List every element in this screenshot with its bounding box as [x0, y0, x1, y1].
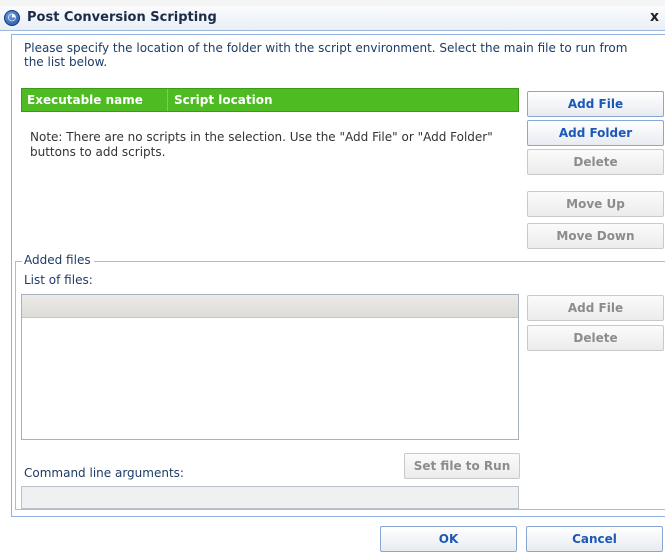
delete-script-button[interactable]: Delete: [527, 149, 664, 175]
close-icon[interactable]: x: [650, 9, 659, 25]
group-border-top: [15, 261, 665, 262]
group-border-left: [15, 261, 16, 509]
dialog-window: ◔ Post Conversion Scripting x Please spe…: [0, 0, 665, 559]
app-icon: ◔: [4, 10, 20, 26]
description-text: Please specify the location of the folde…: [24, 41, 628, 69]
move-up-button[interactable]: Move Up: [527, 191, 664, 217]
files-listbox[interactable]: [21, 294, 519, 440]
add-folder-button[interactable]: Add Folder: [527, 120, 664, 146]
column-script-location[interactable]: Script location: [174, 93, 273, 107]
add-file-to-list-button[interactable]: Add File: [527, 295, 664, 321]
ok-button[interactable]: OK: [380, 526, 517, 552]
window-title: Post Conversion Scripting: [27, 10, 217, 25]
column-divider: [167, 89, 168, 111]
group-border-bottom: [15, 509, 665, 510]
set-file-to-run-button[interactable]: Set file to Run: [404, 453, 520, 479]
files-list-header: [22, 295, 518, 318]
list-of-files-label: List of files:: [24, 273, 93, 287]
added-files-group-label: Added files: [22, 253, 94, 267]
column-executable-name[interactable]: Executable name: [27, 93, 143, 107]
cancel-button[interactable]: Cancel: [526, 526, 663, 552]
scripts-table-header: Executable name Script location: [21, 88, 519, 112]
add-file-button[interactable]: Add File: [527, 91, 664, 117]
empty-scripts-note: Note: There are no scripts in the select…: [30, 130, 493, 159]
delete-file-button[interactable]: Delete: [527, 325, 664, 351]
move-down-button[interactable]: Move Down: [527, 223, 664, 249]
command-line-arguments-input[interactable]: [21, 486, 519, 509]
title-bar: ◔ Post Conversion Scripting x: [0, 6, 665, 31]
command-line-arguments-label: Command line arguments:: [24, 466, 184, 480]
